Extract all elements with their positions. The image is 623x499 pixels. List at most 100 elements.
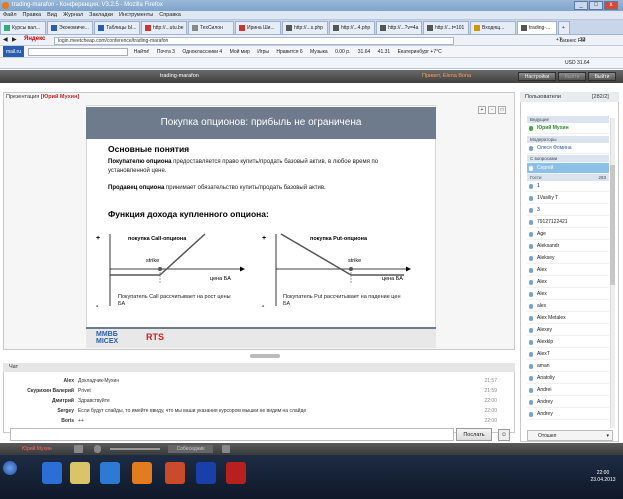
user-item[interactable]: Andrei [527, 385, 609, 396]
close-button[interactable]: x [604, 1, 618, 10]
zoom-out-icon[interactable]: - [488, 106, 496, 114]
user-item[interactable]: Andrey [527, 409, 609, 420]
user-item[interactable]: 1 [527, 181, 609, 192]
toolbar-item-usd: 31.64 [357, 49, 371, 55]
tab-item[interactable]: Таблицы Ы... [94, 21, 140, 34]
menu-file[interactable]: Файл [0, 11, 20, 20]
tab-item[interactable]: http://...utu.be [141, 21, 187, 34]
toolbar-item-balance[interactable]: 0.00 р. [335, 49, 350, 55]
user-item[interactable]: aman [527, 361, 609, 372]
tab-item[interactable]: http://...t=101 [423, 21, 469, 34]
ie-icon[interactable] [42, 462, 62, 484]
app-u-icon[interactable] [196, 462, 216, 484]
user-item[interactable]: Andrey [527, 397, 609, 408]
tab-item[interactable]: http://...?v=4a [376, 21, 422, 34]
emoji-icon[interactable]: ☺ [498, 429, 510, 441]
usd-rate: USD 31.64 [565, 60, 590, 66]
user-item[interactable]: Alexey [527, 325, 609, 336]
back-icon[interactable]: ◀ [3, 36, 8, 43]
group-questions-header: С вопросами [527, 155, 609, 162]
toolbar-item-ok[interactable]: Одноклассники 4 [182, 49, 222, 55]
menu-help[interactable]: Справка [156, 11, 184, 20]
firefox-taskbar-icon[interactable] [132, 462, 152, 484]
logout-button[interactable]: Выйти [588, 72, 616, 81]
volume-slider[interactable] [110, 448, 160, 450]
menu-view[interactable]: Вид [44, 11, 60, 20]
user-item[interactable]: Aleksey [527, 253, 609, 264]
user-item[interactable]: Alex [527, 289, 609, 300]
call-axis-label: цена БА [210, 276, 231, 282]
user-item[interactable]: Alex [527, 265, 609, 276]
tab-item[interactable]: http://...s.php [282, 21, 328, 34]
call-chart-title: покупка Call-опциона [128, 236, 187, 242]
tab-item[interactable]: http://...4.php [329, 21, 375, 34]
address-bar[interactable]: login.meetcheap.com/conference/trading-m… [54, 37, 454, 45]
logout-button-disabled[interactable]: Выйти [558, 72, 586, 81]
opera-icon[interactable] [165, 462, 185, 484]
menu-bookmarks[interactable]: Закладки [86, 11, 116, 20]
presenter-name: [Юрий Мухин] [40, 94, 80, 100]
zoom-in-icon[interactable]: + [478, 106, 486, 114]
tab-item-active[interactable]: trading-... [517, 21, 557, 34]
user-item[interactable]: Anatoliy [527, 373, 609, 384]
user-item[interactable]: Олеся Фомина [527, 143, 609, 154]
maximize-button[interactable]: □ [589, 1, 603, 10]
menu-edit[interactable]: Правка [20, 11, 45, 20]
menu-history[interactable]: Журнал [60, 11, 86, 20]
toolbar-item-music[interactable]: Музыка [310, 49, 328, 55]
tab-item[interactable]: Входящ... [470, 21, 516, 34]
user-item[interactable]: Aleksandr [527, 241, 609, 252]
skype-icon[interactable] [100, 462, 120, 484]
chat-message: Boris ++ 22:00 [61, 418, 497, 424]
clock[interactable]: 22:00 23.04.2013 [584, 470, 622, 484]
user-item-selected[interactable]: Сергей [527, 163, 609, 174]
call-minus: - [96, 303, 99, 310]
settings-button[interactable]: Настройки [518, 72, 556, 81]
chevron-down-icon: ▾ [606, 433, 609, 439]
business-fm[interactable]: Бизнес FM [560, 38, 585, 44]
seller-definition: Продавец опциона принимает обязательство… [108, 185, 326, 191]
mode-button[interactable]: Собеседник [168, 445, 213, 453]
user-item[interactable]: Alex [527, 277, 609, 288]
send-button[interactable]: Послать [456, 428, 492, 441]
user-item[interactable]: Юрий Мухин [527, 123, 609, 134]
mic-icon[interactable] [94, 445, 101, 453]
user-item[interactable]: Alex Metalex [527, 313, 609, 324]
tab-item[interactable]: Экономиче... [47, 21, 93, 34]
toolbar-search-button[interactable]: Найти! [134, 49, 150, 55]
toolbar-item-likes[interactable]: Нравится 6 [276, 49, 302, 55]
toolbar-search-input[interactable] [28, 47, 129, 56]
explorer-icon[interactable] [70, 462, 90, 484]
chat-input[interactable] [10, 428, 454, 441]
mailru-logo[interactable]: mail.ru [3, 46, 25, 57]
status-dropdown[interactable]: Отошел ▾ [527, 430, 613, 441]
user-item[interactable]: Alexklp [527, 337, 609, 348]
user-item[interactable]: 79127122421 [527, 217, 609, 228]
tab-item[interactable]: Курсы вал... [0, 21, 46, 34]
user-item[interactable]: Age [527, 229, 609, 240]
tab-item[interactable]: ТехСилон [188, 21, 234, 34]
call-strike-label: strike [146, 258, 159, 264]
toolbar-item-mail[interactable]: Почта 3 [157, 49, 175, 55]
window-title: trading-marafon - Конференция, V3.2.5 - … [12, 2, 163, 8]
user-item[interactable]: 1Vasiliy T [527, 193, 609, 204]
fullscreen-icon[interactable]: □ [498, 106, 506, 114]
call-caption: Покупатель Call рассчитывает на рост цен… [118, 294, 231, 307]
camera-icon[interactable] [74, 445, 83, 453]
users-scroll-thumb[interactable] [610, 165, 615, 285]
new-tab-button[interactable]: + [558, 21, 570, 34]
forward-icon[interactable]: ▶ [12, 36, 17, 43]
toolbar-item-myworld[interactable]: Мой мир [230, 49, 250, 55]
user-item[interactable]: 3 [527, 205, 609, 216]
user-item[interactable]: alex [527, 301, 609, 312]
share-icon[interactable] [222, 445, 230, 453]
start-button[interactable] [3, 461, 17, 475]
menu-tools[interactable]: Инструменты [116, 11, 156, 20]
panel-resize-handle[interactable] [250, 354, 280, 358]
user-item[interactable]: AlexT [527, 349, 609, 360]
put-chart-title: покупка Put-опциона [310, 236, 368, 242]
app-red-icon[interactable] [226, 462, 246, 484]
minimize-button[interactable]: _ [574, 1, 588, 10]
tab-item[interactable]: Ирина Ши... [235, 21, 281, 34]
toolbar-item-games[interactable]: Игры [257, 49, 269, 55]
